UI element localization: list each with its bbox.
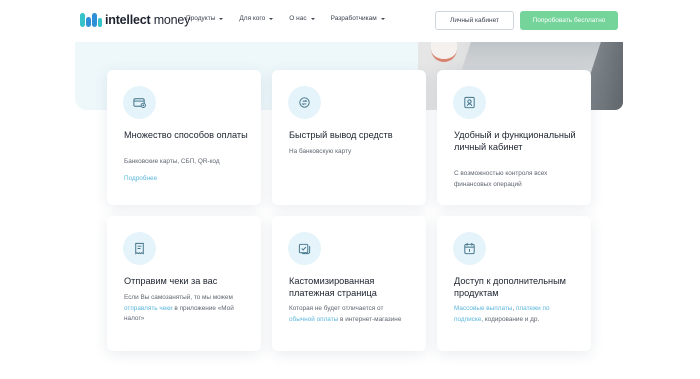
site-header: intellect money Продукты Для кого О нас …: [0, 0, 700, 42]
logo[interactable]: intellect money: [80, 11, 190, 29]
logo-brand: intellect: [105, 13, 151, 27]
card-description-text: , кодирование и др.: [481, 315, 540, 323]
feature-card-receipts: Отправим чеки за вас Если Вы самозанятый…: [107, 216, 261, 351]
nav-item-label: Для кого: [239, 15, 266, 22]
card-description-text: Которая не будет отличается от: [289, 305, 384, 312]
transfer-icon: [288, 86, 321, 119]
nav-item-label: О нас: [289, 15, 307, 22]
feature-card-payment-methods: Множество способов оплаты Банковские кар…: [107, 70, 261, 205]
mass-payouts-link[interactable]: Массовые выплаты: [454, 305, 512, 312]
card-description: Массовые выплаты, платежи по подписке, к…: [454, 304, 576, 325]
payment-page-icon: [288, 232, 321, 265]
card-description-text: Если Вы самозанятый, то мы можем: [124, 294, 233, 301]
feature-card-payment-page: Кастомизированная платежная страница Кот…: [272, 216, 426, 351]
cabinet-icon: [453, 86, 486, 119]
wallet-icon: [123, 86, 156, 119]
calendar-icon: [453, 232, 486, 265]
feature-card-fast-withdrawal: Быстрый вывод средств На банковскую карт…: [272, 70, 426, 205]
card-description-text: в интернет-магазине: [338, 315, 402, 323]
card-description: Которая не будет отличается от обычной о…: [289, 304, 407, 325]
send-receipts-link[interactable]: отправлять чеки: [124, 305, 173, 312]
card-title: Доступ к дополнительным продуктам: [454, 276, 567, 298]
personal-cabinet-button[interactable]: Личный кабинет: [435, 11, 514, 30]
card-title: Быстрый вывод средств: [289, 130, 393, 140]
receipt-icon: [123, 232, 156, 265]
logo-mark-icon: [80, 13, 102, 27]
nav-item-for-whom[interactable]: Для кого: [239, 15, 274, 22]
regular-payment-link[interactable]: обычной оплаты: [289, 316, 338, 323]
card-title: Отправим чеки за вас: [124, 276, 218, 286]
chevron-down-icon: [380, 17, 385, 20]
card-description: На банковскую карту: [289, 148, 352, 155]
nav-item-about[interactable]: О нас: [289, 15, 315, 22]
chevron-down-icon: [310, 17, 315, 20]
more-link[interactable]: Подробнее: [124, 174, 256, 185]
card-description: С возможностью контроля всех финансовых …: [454, 170, 548, 188]
feature-card-personal-cabinet: Удобный и функциональный личный кабинет …: [437, 70, 591, 205]
nav-item-products[interactable]: Продукты: [186, 15, 224, 22]
main-nav: Продукты Для кого О нас Разработчикам: [186, 15, 385, 22]
feature-card-additional-products: Доступ к дополнительным продуктам Массов…: [437, 216, 591, 351]
card-title: Удобный и функциональный личный кабинет: [454, 130, 576, 152]
card-title: Кастомизированная платежная страница: [289, 276, 377, 298]
card-title: Множество способов оплаты: [124, 130, 248, 140]
card-description: Банковские карты, СБП, QR-код: [124, 158, 220, 165]
chevron-down-icon: [269, 17, 274, 20]
nav-item-developers[interactable]: Разработчикам: [331, 15, 385, 22]
try-free-button[interactable]: Попробовать бесплатно: [520, 11, 618, 30]
logo-brand-suffix: money: [153, 13, 191, 27]
chevron-down-icon: [219, 17, 224, 20]
logo-text: intellect money: [105, 13, 190, 27]
card-description: Если Вы самозанятый, то мы можем отправл…: [124, 293, 236, 325]
nav-item-label: Продукты: [186, 15, 216, 22]
nav-item-label: Разработчикам: [330, 15, 377, 22]
